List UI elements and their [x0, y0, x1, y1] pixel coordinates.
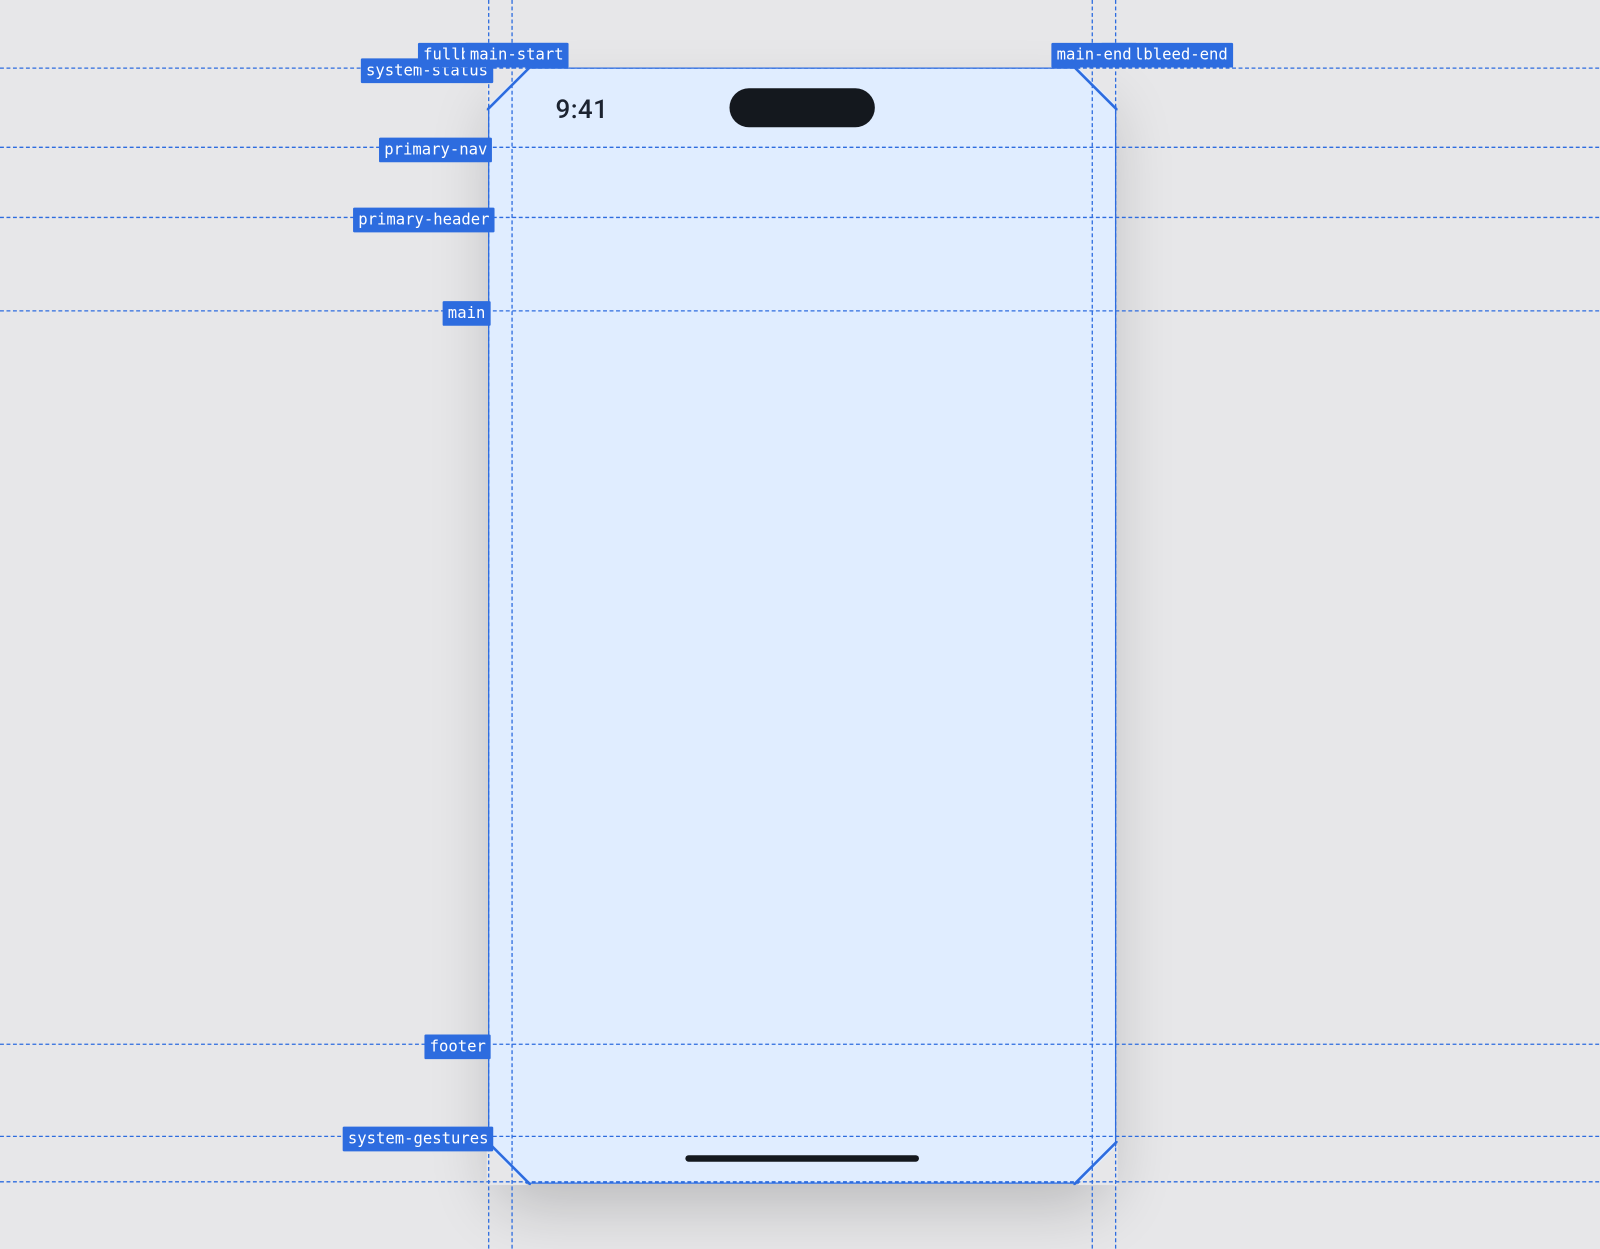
tag-fullbleed-end: fullbleed-end — [1101, 43, 1233, 68]
tag-primary-header: primary-header — [353, 208, 495, 233]
phone-frame: 9:41 — [488, 67, 1116, 1183]
tag-fullbleed-start: fullbleed-start — [418, 43, 569, 68]
dynamic-island — [729, 88, 874, 127]
tag-primary-nav: primary-nav — [379, 138, 493, 163]
tag-main: main — [443, 301, 491, 326]
tag-main-end: main-end — [1051, 43, 1136, 68]
tag-system-status: system-status — [361, 58, 493, 83]
tag-system-gestures: system-gestures — [343, 1127, 494, 1152]
status-bar-time: 9:41 — [556, 93, 609, 124]
layout-grid-diagram: 9:41 fullbleed-startmain-start main-endfu… — [0, 0, 1599, 1249]
tag-footer: footer — [424, 1035, 491, 1060]
tag-main-start: main-start — [465, 43, 569, 68]
home-indicator — [685, 1155, 919, 1161]
